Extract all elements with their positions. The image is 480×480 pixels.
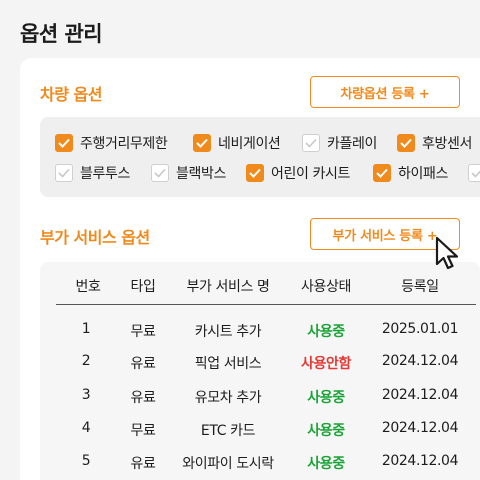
option-label: 네비게이션	[218, 136, 281, 152]
mouse-pointer-icon	[435, 236, 459, 270]
cell-type: 유료	[130, 390, 156, 406]
option-rear-sensor[interactable]: 후방센서	[397, 132, 472, 154]
cell-service-name[interactable]: 픽업 서비스	[195, 353, 262, 373]
cell-service-name[interactable]: 와이파이 도시락	[182, 453, 274, 473]
addon-services-title: 부가 서비스 옵션	[40, 228, 150, 247]
column-header-type[interactable]: 타입	[131, 276, 156, 296]
checkbox[interactable]	[468, 164, 480, 182]
option-label: 주행거리무제한	[80, 136, 168, 152]
cell-service-name[interactable]: 카시트 추가	[195, 321, 262, 341]
cell-status: 사용중	[307, 456, 345, 472]
cell-date: 2024.12.04	[381, 387, 459, 403]
cell-date: 2024.12.04	[381, 420, 459, 436]
column-header-status[interactable]: 사용상태	[301, 276, 351, 296]
cell-date: 2024.12.04	[381, 453, 459, 469]
checkbox[interactable]	[397, 134, 415, 152]
checkbox[interactable]	[151, 164, 169, 182]
option-cutoff[interactable]	[468, 162, 480, 184]
option-label: 블루투스	[80, 166, 130, 182]
cell-status: 사용중	[307, 423, 345, 439]
column-header-name[interactable]: 부가 서비스 명	[187, 276, 270, 296]
cell-number: 5	[81, 453, 91, 469]
check-icon	[58, 138, 70, 148]
checkbox[interactable]	[55, 164, 73, 182]
cell-date: 2024.12.04	[381, 353, 459, 369]
option-navigation[interactable]: 네비게이션	[193, 132, 281, 154]
cell-type: 무료	[130, 423, 156, 439]
cell-status: 사용안함	[301, 356, 351, 372]
cell-number: 3	[81, 387, 91, 403]
checkbox[interactable]	[55, 134, 73, 152]
cell-status: 사용중	[307, 390, 345, 406]
cell-number: 1	[81, 321, 91, 337]
option-bluetooth[interactable]: 블루투스	[55, 162, 130, 184]
check-icon	[58, 168, 70, 178]
option-blackbox[interactable]: 블랙박스	[151, 162, 226, 184]
option-label: 어린이 카시트	[271, 166, 350, 182]
vehicle-options-title: 차량 옵션	[40, 85, 102, 104]
cell-number: 4	[81, 420, 91, 436]
option-carplay[interactable]: 카플레이	[302, 132, 377, 154]
cell-status: 사용중	[307, 324, 345, 340]
check-icon	[196, 138, 208, 148]
checkbox[interactable]	[246, 164, 264, 182]
check-icon	[249, 168, 261, 178]
column-header-number[interactable]: 번호	[76, 276, 101, 296]
option-label: 블랙박스	[176, 166, 226, 182]
cell-service-name[interactable]: ETC 카드	[201, 420, 256, 440]
column-header-date[interactable]: 등록일	[401, 276, 439, 296]
check-icon	[305, 138, 317, 148]
option-child-seat[interactable]: 어린이 카시트	[246, 162, 350, 184]
cell-service-name[interactable]: 유모차 추가	[195, 387, 262, 407]
header-divider	[56, 304, 476, 305]
check-icon	[154, 168, 166, 178]
checkbox[interactable]	[193, 134, 211, 152]
checkbox[interactable]	[302, 134, 320, 152]
cell-number: 2	[81, 353, 91, 369]
checkbox[interactable]	[373, 164, 391, 182]
check-icon	[376, 168, 388, 178]
cell-date: 2025.01.01	[381, 321, 459, 337]
option-label: 후방센서	[422, 136, 472, 152]
option-label: 카플레이	[327, 136, 377, 152]
cell-type: 유료	[130, 356, 156, 372]
vehicle-options-box	[40, 117, 480, 197]
cell-type: 유료	[130, 456, 156, 472]
cell-type: 무료	[130, 324, 156, 340]
check-icon	[400, 138, 412, 148]
option-label: 하이패스	[398, 166, 448, 182]
check-icon	[471, 170, 480, 178]
page-title: 옵션 관리	[20, 22, 103, 46]
register-vehicle-option-button[interactable]: 차량옵션 등록 +	[310, 76, 460, 108]
option-unlimited-mileage[interactable]: 주행거리무제한	[55, 132, 168, 154]
option-hipass[interactable]: 하이패스	[373, 162, 448, 184]
